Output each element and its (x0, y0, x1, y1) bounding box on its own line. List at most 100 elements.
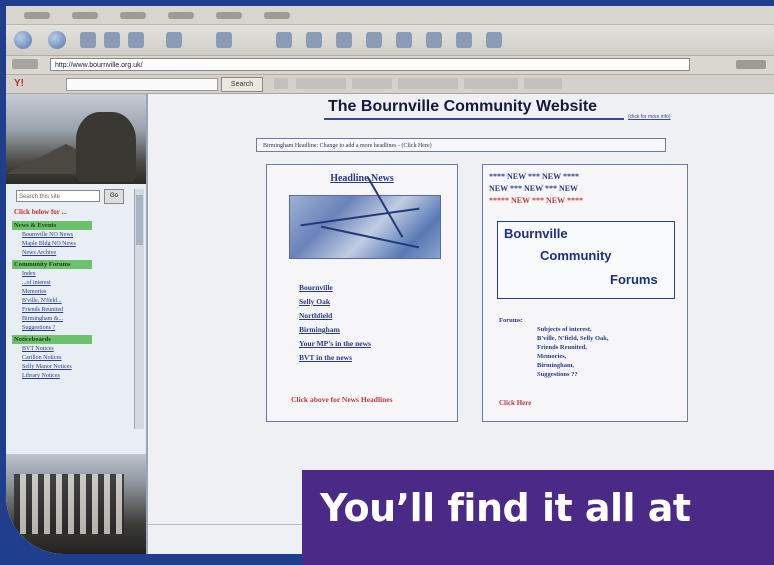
home-icon[interactable] (128, 32, 144, 48)
folder-icon[interactable] (426, 32, 442, 48)
search-icon[interactable] (166, 32, 182, 48)
sidebar-scrollbar[interactable] (134, 189, 144, 429)
discuss-icon[interactable] (456, 32, 472, 48)
news-link[interactable]: Selly Oak (299, 297, 371, 306)
monitor-bezel: http://www.bournville.org.uk/ Y! Search … (0, 0, 774, 565)
news-link[interactable]: Your MP's in the news (299, 339, 371, 348)
forum-topic: Memories, (537, 353, 567, 360)
address-label (12, 59, 38, 69)
news-link[interactable]: BVT in the news (299, 353, 371, 362)
toolbar-chip[interactable] (524, 78, 562, 89)
news-link[interactable]: Northfield (299, 311, 371, 320)
tudor-house-shape (14, 474, 124, 534)
headline-news-title[interactable]: Headline News (267, 173, 457, 184)
sidebar-item[interactable]: Maple Bldg NO News (22, 241, 136, 248)
links-label[interactable] (736, 60, 766, 69)
street-photo (6, 454, 146, 554)
search-toolbar-logo: Y! (14, 78, 24, 89)
forum-topic: Suggestions ?? (537, 371, 578, 378)
menu-view[interactable] (120, 12, 146, 19)
sidebar-item[interactable]: Bournville NO News (22, 232, 136, 239)
news-map-image[interactable] (289, 176, 441, 259)
news-link[interactable]: Birmingham (299, 325, 371, 334)
sidebar-item[interactable]: BVT Notices (22, 346, 136, 353)
sidebar-item[interactable]: Selly Manor Notices (22, 364, 136, 371)
forum-topic: B'ville, N'field, Selly Oak, (537, 335, 609, 342)
favorites-icon[interactable] (216, 32, 232, 48)
page-title: The Bournville Community Website (328, 98, 598, 115)
sidebar-item[interactable]: ...of interest (22, 280, 136, 287)
news-link[interactable]: Bournville (299, 283, 371, 292)
menu-file[interactable] (24, 12, 50, 19)
toolbar-chip[interactable] (296, 78, 346, 89)
news-footer-link[interactable]: Click above for News Headlines (291, 395, 393, 404)
menu-help[interactable] (264, 12, 290, 19)
contact-link[interactable]: (click for more info) (628, 114, 671, 120)
menu-bar (6, 6, 774, 25)
menu-edit[interactable] (72, 12, 98, 19)
sidebar-item[interactable]: Friends Reunited (22, 307, 136, 314)
headline-ticker[interactable]: Birmingham Headline: Change to add a mor… (256, 138, 666, 152)
back-icon[interactable] (14, 31, 32, 49)
menu-tools[interactable] (216, 12, 242, 19)
browser-toolbar (6, 25, 774, 56)
sidebar-item[interactable]: News Archive (22, 250, 136, 257)
map-road (366, 176, 404, 238)
mail-icon[interactable] (306, 32, 322, 48)
menu-favorites[interactable] (168, 12, 194, 19)
research-icon[interactable] (486, 32, 502, 48)
news-links-list: Bournville Selly Oak Northfield Birmingh… (299, 283, 371, 367)
sidebar-item[interactable]: Carillon Notices (22, 355, 136, 362)
forums-panel: **** NEW *** NEW **** NEW *** NEW *** NE… (482, 164, 688, 422)
sidebar-heading-news[interactable]: News & Events (12, 221, 92, 230)
sidebar-item[interactable]: B'ville, N'field... (22, 298, 136, 305)
address-input[interactable]: http://www.bournville.org.uk/ (50, 58, 690, 71)
forum-topic: Subjects of interest, (537, 326, 592, 333)
forums-logo-line: Forums (610, 272, 658, 287)
forums-logo-line: Community (540, 248, 612, 263)
headline-news-panel: Headline News Bournville Selly Oak North… (266, 164, 458, 422)
tree-shape (76, 112, 136, 182)
search-toolbar: Y! Search (6, 75, 774, 94)
title-underline (324, 118, 624, 120)
toolbar-search-input[interactable] (66, 78, 218, 91)
messenger-icon[interactable] (396, 32, 412, 48)
site-sidebar: Search this site Go Click below for ... … (6, 94, 148, 554)
site-search-go-button[interactable]: Go (104, 189, 124, 204)
print-icon[interactable] (336, 32, 352, 48)
site-search-input[interactable]: Search this site (16, 190, 100, 202)
new-line: **** NEW *** NEW **** (489, 172, 579, 181)
sidebar-click-label: Click below for ... (14, 208, 67, 216)
edit-icon[interactable] (366, 32, 382, 48)
address-bar: http://www.bournville.org.uk/ (6, 56, 774, 75)
stop-icon[interactable] (80, 32, 96, 48)
forums-logo-line: Bournville (504, 226, 568, 241)
forum-topic: Friends Reunited, (537, 344, 587, 351)
toolbar-chip[interactable] (398, 78, 458, 89)
sidebar-item[interactable]: Index (22, 271, 136, 278)
toolbar-chip[interactable] (274, 78, 288, 89)
sidebar-scroll-thumb[interactable] (136, 195, 143, 245)
toolbar-chip[interactable] (352, 78, 392, 89)
new-announcement: **** NEW *** NEW **** NEW *** NEW *** NE… (489, 171, 681, 207)
forward-icon[interactable] (48, 31, 66, 49)
forums-click-here-link[interactable]: Click Here (499, 399, 531, 407)
new-line: NEW *** NEW *** NEW (489, 184, 579, 193)
forums-label: Forums: (499, 317, 523, 324)
sidebar-heading-noticeboards[interactable]: Noticeboards (12, 335, 92, 344)
refresh-icon[interactable] (104, 32, 120, 48)
sidebar-menu: News & Events Bournville NO News Maple B… (12, 218, 136, 380)
banner-text: You’ll find it all at (320, 486, 691, 530)
sidebar-item[interactable]: Birmingham &... (22, 316, 136, 323)
sidebar-heading-forums[interactable]: Community Forums (12, 260, 92, 269)
sidebar-item[interactable]: Suggestions ? (22, 325, 136, 332)
forums-logo[interactable]: Bournville Community Forums (497, 221, 675, 299)
toolbar-search-button[interactable]: Search (221, 77, 263, 92)
toolbar-chip[interactable] (464, 78, 518, 89)
sidebar-item[interactable]: Library Notices (22, 373, 136, 380)
history-icon[interactable] (276, 32, 292, 48)
village-photo (6, 94, 146, 184)
forum-topic: Birmingham, (537, 362, 575, 369)
new-line: ***** NEW *** NEW **** (489, 196, 583, 205)
sidebar-item[interactable]: Memories (22, 289, 136, 296)
